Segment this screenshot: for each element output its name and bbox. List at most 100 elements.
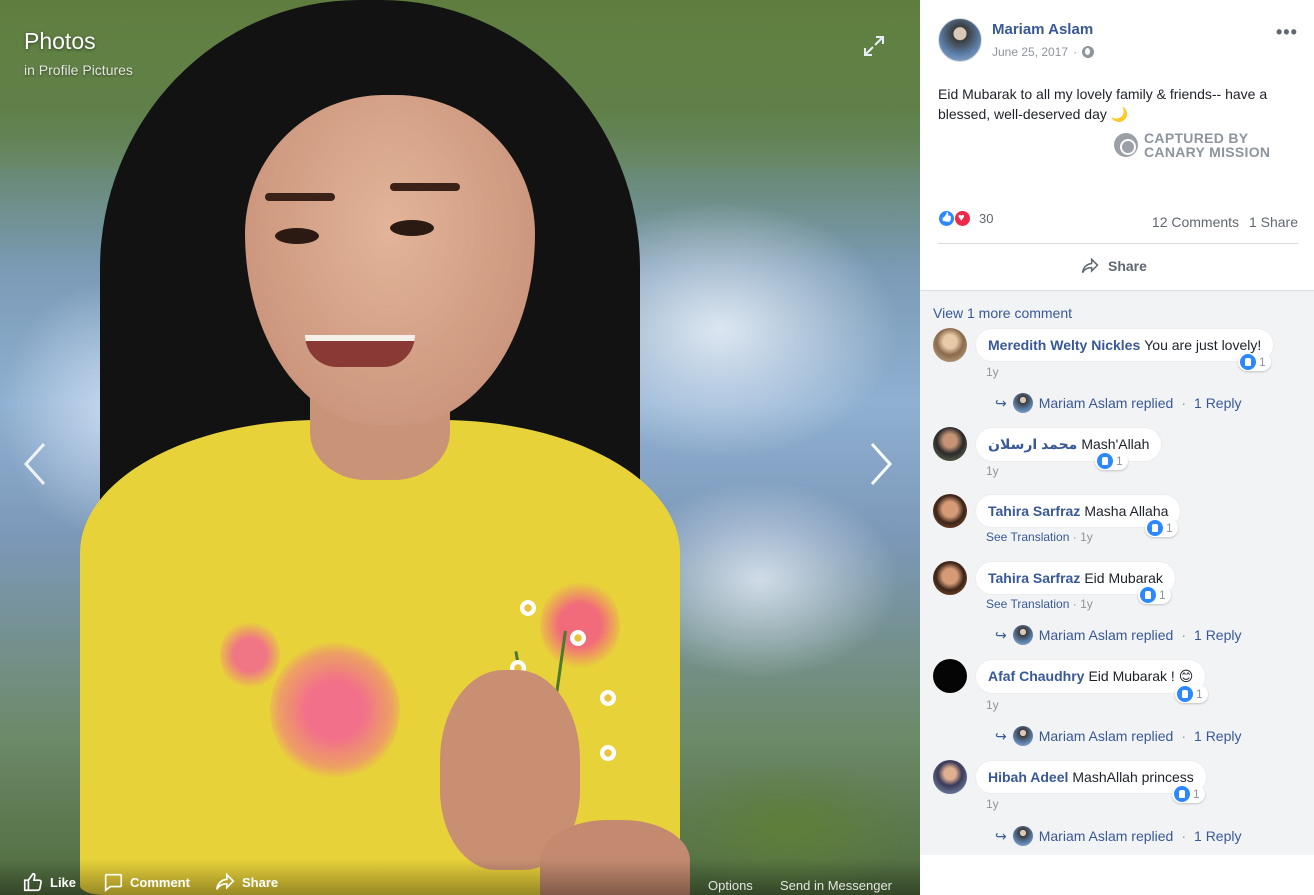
reply-count: 1 Reply: [1194, 728, 1242, 744]
more-options-icon[interactable]: •••: [1276, 22, 1298, 43]
replier-avatar: [1012, 726, 1033, 746]
comment-bubble: Meredith Welty Nickles You are just lovel…: [975, 328, 1275, 362]
reply-arrow-icon: ↪: [995, 626, 1007, 643]
comment-like-count: 1: [1159, 588, 1166, 602]
reactions-summary[interactable]: 30: [938, 210, 993, 227]
reply-arrow-icon: ↪: [995, 827, 1007, 844]
like-reaction-icon: [1174, 786, 1190, 802]
commenter-avatar[interactable]: [933, 561, 967, 595]
comment-author[interactable]: محمد ارسلان: [988, 436, 1077, 452]
subject-smile: [305, 335, 415, 367]
commenter-avatar[interactable]: [933, 427, 967, 461]
reply-thread-link[interactable]: ↪ Mariam Aslam replied · 1 Reply: [995, 826, 1241, 846]
comment-text: Eid Mubarak: [1084, 570, 1163, 586]
daisy: [520, 600, 536, 616]
comment-like-count: 1: [1116, 454, 1123, 468]
reply-count: 1 Reply: [1194, 395, 1242, 411]
comment-author[interactable]: Tahira Sarfraz: [988, 570, 1080, 586]
expand-icon[interactable]: [862, 34, 886, 58]
reply-who: Mariam Aslam replied: [1038, 395, 1174, 411]
comment-like-count: 1: [1196, 687, 1203, 701]
like-button[interactable]: Like: [22, 871, 76, 893]
post-date-text: June 25, 2017: [992, 45, 1069, 59]
comment-time[interactable]: 1y: [1080, 597, 1093, 611]
reply-arrow-icon: ↪: [995, 394, 1007, 411]
like-reaction-icon: [1240, 354, 1256, 370]
subject-eye: [390, 220, 434, 236]
comment-author[interactable]: Tahira Sarfraz: [988, 503, 1080, 519]
shares-count[interactable]: 1 Share: [1249, 214, 1298, 230]
comment-time[interactable]: 1y: [986, 464, 999, 478]
comment-reaction-badge[interactable]: 1: [1095, 452, 1128, 470]
comment-reaction-badge[interactable]: 1: [1172, 785, 1205, 803]
shirt-embroidery: [270, 640, 400, 780]
comment-time[interactable]: 1y: [986, 698, 999, 712]
post-date[interactable]: June 25, 2017 ·: [992, 45, 1095, 59]
send-in-messenger-link[interactable]: Send in Messenger: [780, 878, 892, 893]
love-reaction-icon: [954, 210, 971, 227]
album-link[interactable]: in Profile Pictures: [24, 62, 133, 78]
comment-meta: 1y: [986, 365, 999, 379]
comment-reaction-badge[interactable]: 1: [1145, 519, 1178, 537]
watermark-line2: CANARY MISSION: [1144, 144, 1271, 160]
chevron-right-icon[interactable]: [866, 440, 896, 488]
commenter-avatar[interactable]: [933, 494, 967, 528]
reply-thread-link[interactable]: ↪ Mariam Aslam replied · 1 Reply: [995, 393, 1241, 413]
globe-icon: [1082, 46, 1095, 58]
comment-author[interactable]: Meredith Welty Nickles: [988, 337, 1140, 353]
post-counts: 12 Comments 1 Share: [1146, 214, 1298, 230]
like-reaction-icon: [1177, 686, 1193, 702]
comment-reaction-badge[interactable]: 1: [1175, 685, 1208, 703]
see-translation-link[interactable]: See Translation: [986, 597, 1069, 611]
commenter-avatar[interactable]: [933, 760, 967, 794]
subject-brow: [390, 183, 460, 191]
chevron-left-icon[interactable]: [20, 440, 50, 488]
reply-thread-link[interactable]: ↪ Mariam Aslam replied · 1 Reply: [995, 625, 1241, 645]
share-icon: [1081, 257, 1099, 274]
replier-avatar: [1012, 393, 1033, 413]
comment-meta: 1y: [986, 464, 999, 478]
author-avatar[interactable]: [938, 18, 982, 62]
comment-reaction-badge[interactable]: 1: [1138, 586, 1171, 604]
comment-bubble: محمد ارسلان Mash'Allah: [975, 427, 1163, 462]
comment-like-count: 1: [1166, 521, 1173, 535]
share-button[interactable]: Share: [214, 871, 278, 893]
comment-meta: See Translation · 1y: [986, 530, 1093, 544]
post-body: Eid Mubarak to all my lovely family & fr…: [938, 84, 1298, 124]
comment-time[interactable]: 1y: [986, 365, 999, 379]
viewer-action-bar: Like Comment Share Options Send in Messe…: [0, 859, 920, 895]
reply-count: 1 Reply: [1194, 627, 1242, 643]
comment-author[interactable]: Afaf Chaudhry: [988, 668, 1084, 684]
share-icon: [215, 872, 235, 890]
post-author-name[interactable]: Mariam Aslam: [992, 21, 1093, 38]
comments-count[interactable]: 12 Comments: [1152, 214, 1239, 230]
comment-time[interactable]: 1y: [1080, 530, 1093, 544]
see-translation-link[interactable]: See Translation: [986, 530, 1069, 544]
like-label: Like: [50, 874, 77, 890]
comment-author[interactable]: Hibah Adeel: [988, 769, 1068, 785]
share-post-label: Share: [1108, 258, 1147, 274]
comment-like-count: 1: [1259, 355, 1266, 369]
comment-meta: 1y: [986, 698, 999, 712]
comment-button[interactable]: Comment: [102, 871, 190, 893]
divider: [938, 243, 1298, 244]
watermark-logo-icon: [1114, 133, 1138, 157]
subject-eye: [275, 228, 319, 244]
watermark-line1: CAPTURED BY: [1144, 130, 1249, 146]
watermark: CAPTURED BY CANARY MISSION: [1114, 131, 1270, 159]
share-post-button[interactable]: Share: [1080, 256, 1147, 276]
reply-who: Mariam Aslam replied: [1038, 728, 1174, 744]
photo-subject: [60, 0, 690, 895]
commenter-avatar[interactable]: [933, 659, 967, 693]
daisy: [600, 745, 616, 761]
commenter-avatar[interactable]: [933, 328, 967, 362]
like-reaction-icon: [1097, 453, 1113, 469]
options-link[interactable]: Options: [708, 878, 753, 893]
view-more-comments-link[interactable]: View 1 more comment: [933, 305, 1072, 321]
reply-thread-link[interactable]: ↪ Mariam Aslam replied · 1 Reply: [995, 726, 1241, 746]
comment-time[interactable]: 1y: [986, 797, 999, 811]
like-icon: [23, 872, 42, 892]
like-reaction-icon: [1147, 520, 1163, 536]
reply-arrow-icon: ↪: [995, 727, 1007, 744]
comment-reaction-badge[interactable]: 1: [1238, 353, 1271, 371]
